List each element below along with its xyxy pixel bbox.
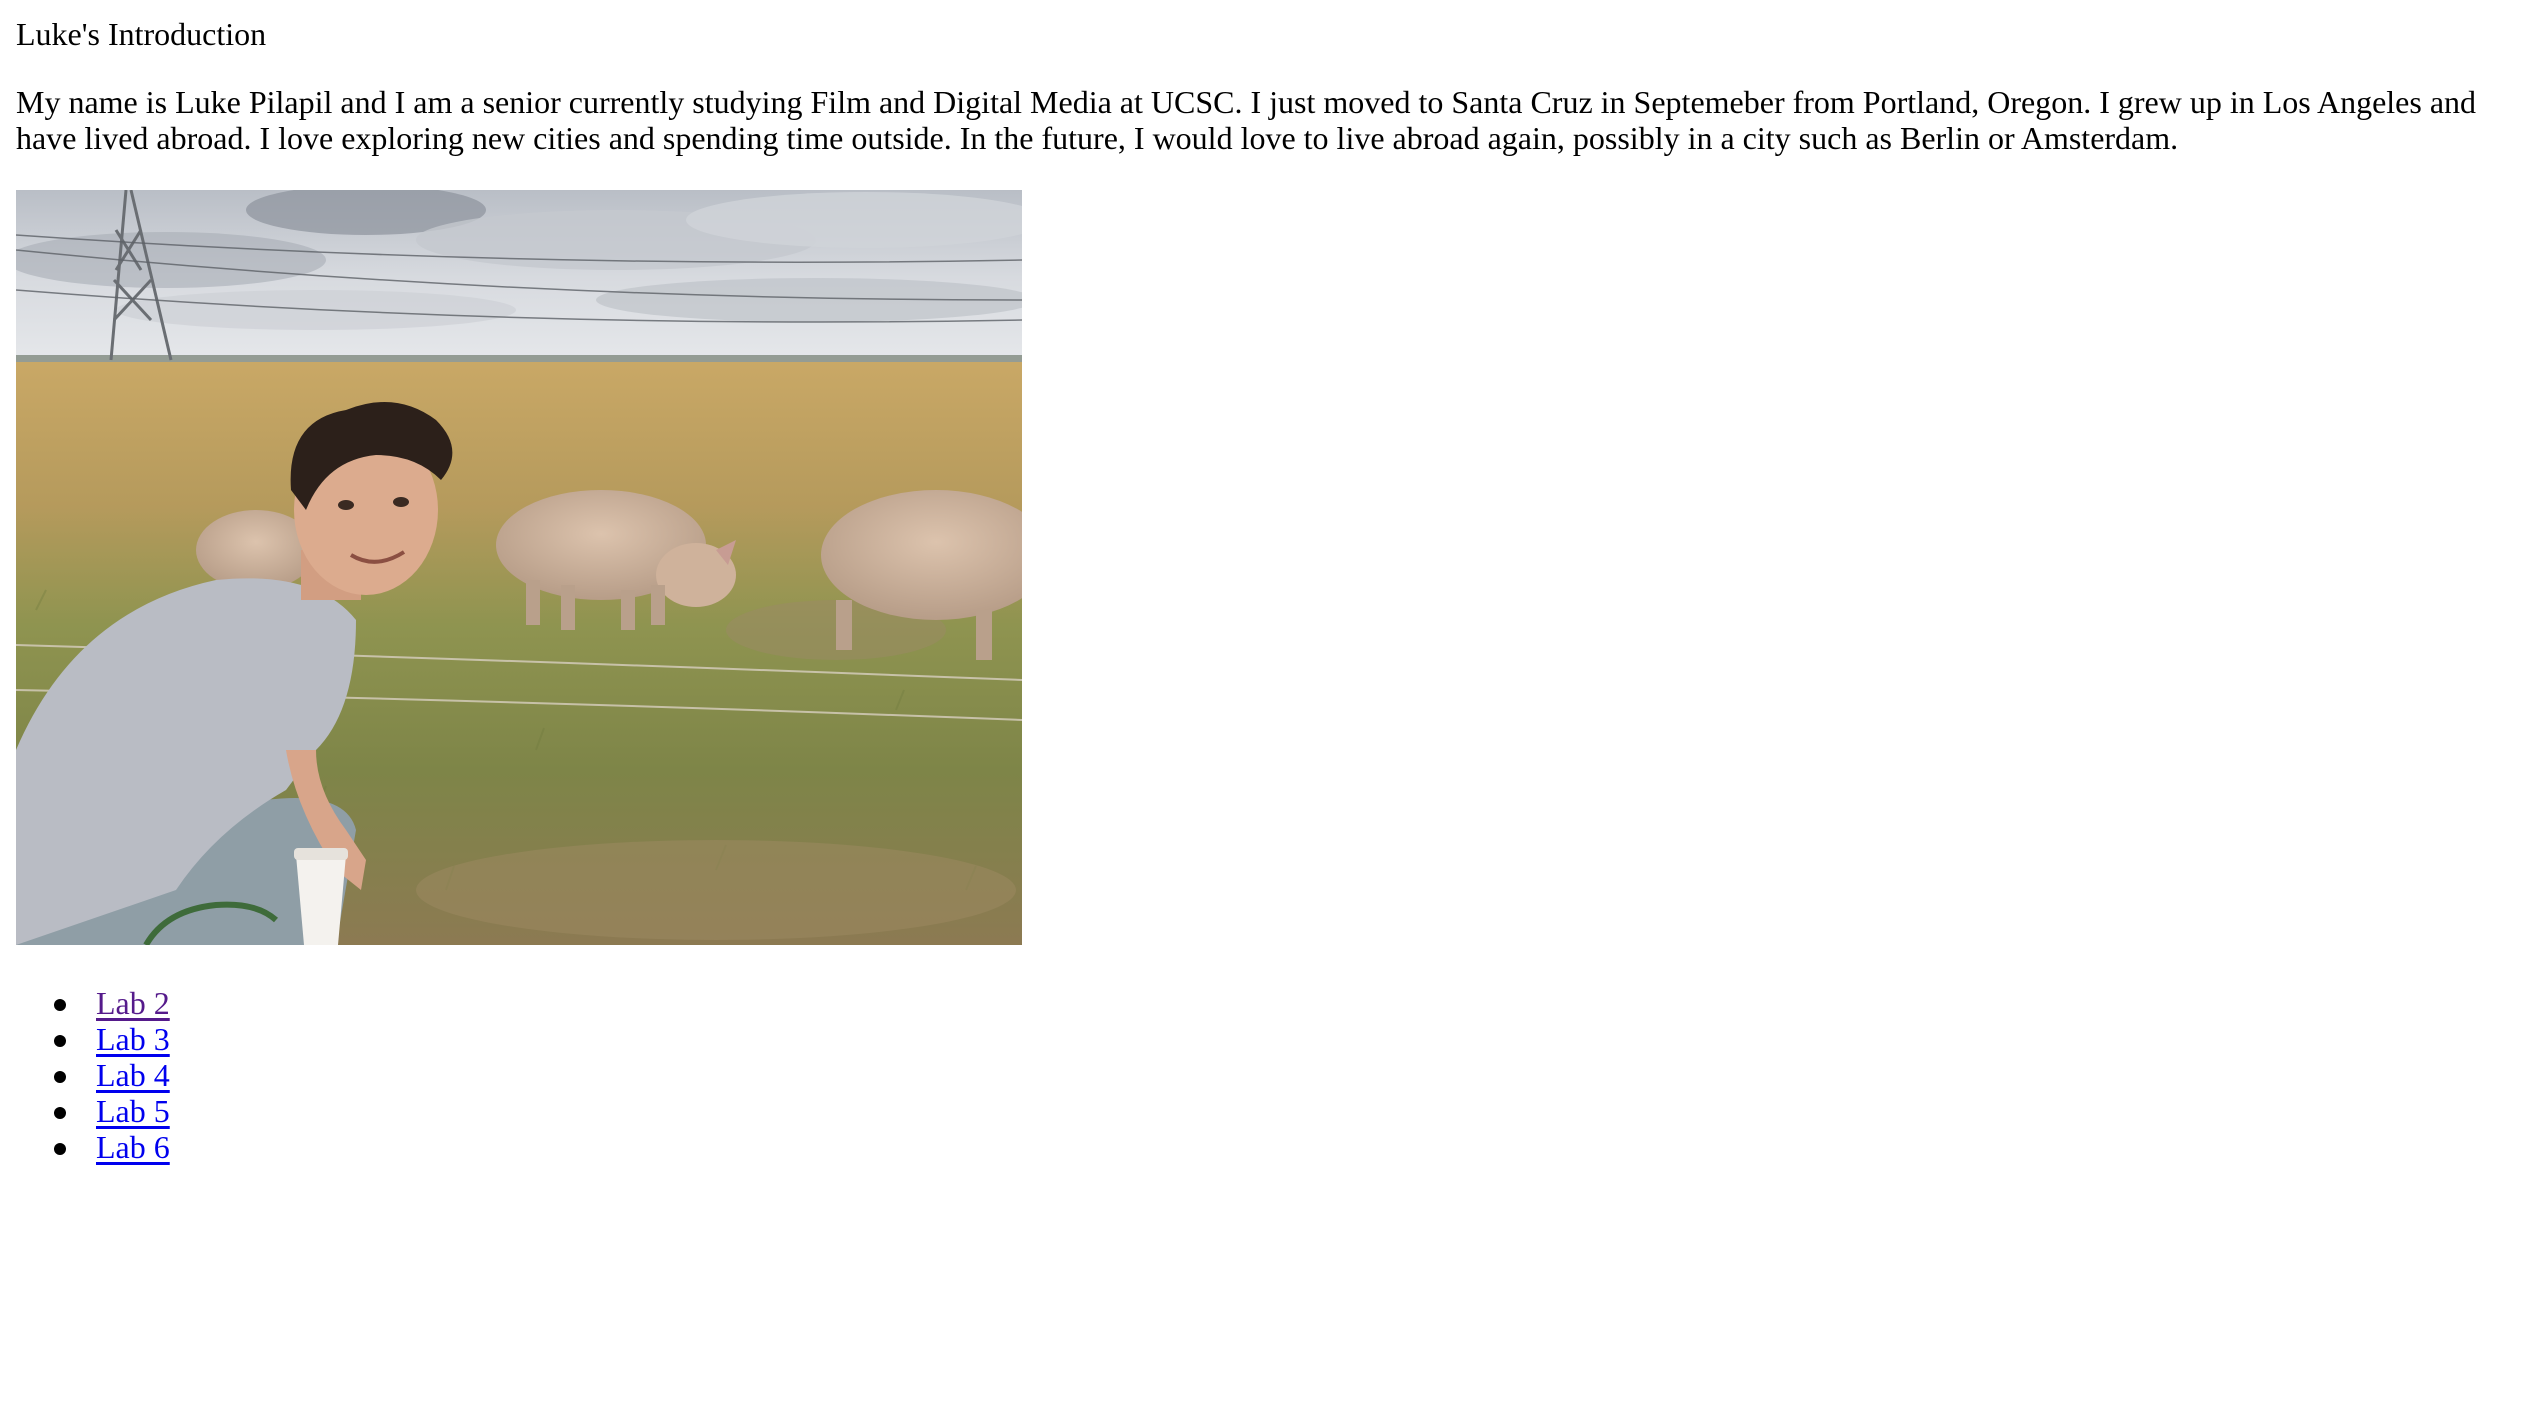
lab-3-link[interactable]: Lab 3 [96, 1021, 170, 1057]
bullet-icon [54, 1035, 66, 1047]
bullet-icon [54, 1143, 66, 1155]
list-item: Lab 5 [16, 1093, 2508, 1129]
bullet-icon [54, 999, 66, 1011]
list-item: Lab 6 [16, 1129, 2508, 1165]
page-title: Luke's Introduction [16, 16, 267, 52]
lab-4-link[interactable]: Lab 4 [96, 1057, 170, 1093]
lab-2-link[interactable]: Lab 2 [96, 985, 170, 1021]
list-item: Lab 4 [16, 1057, 2508, 1093]
page-content: Luke's Introduction My name is Luke Pila… [16, 0, 2508, 1165]
list-item: Lab 2 [16, 985, 2508, 1021]
bullet-icon [54, 1107, 66, 1119]
lab-6-link[interactable]: Lab 6 [96, 1129, 170, 1165]
intro-paragraph: My name is Luke Pilapil and I am a senio… [16, 84, 2477, 156]
profile-photo [16, 190, 1022, 945]
bullet-icon [54, 1071, 66, 1083]
photo-illustration [16, 190, 1022, 945]
lab-5-link[interactable]: Lab 5 [96, 1093, 170, 1129]
lab-links-list: Lab 2 Lab 3 Lab 4 Lab 5 Lab 6 [16, 985, 2508, 1165]
list-item: Lab 3 [16, 1021, 2508, 1057]
